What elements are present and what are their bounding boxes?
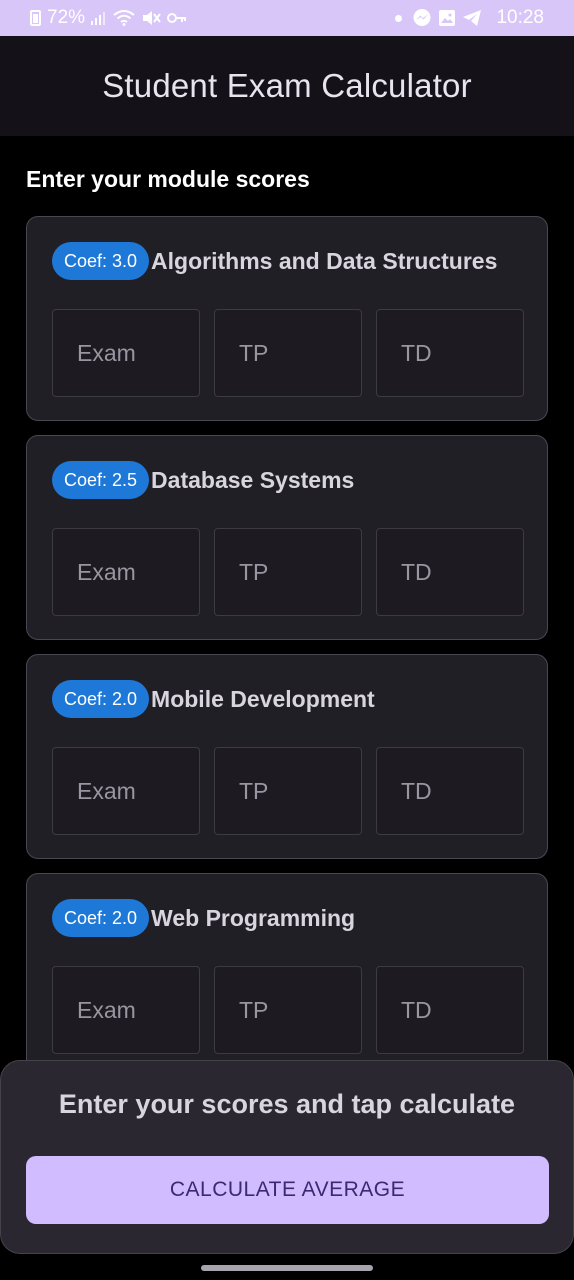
tp-field[interactable]	[214, 966, 362, 1054]
module-header: Coef: 3.0 Algorithms and Data Structures	[52, 242, 497, 280]
tp-input[interactable]	[215, 529, 361, 615]
module-name: Database Systems	[151, 466, 355, 493]
status-bar: 72% 10:28	[0, 0, 574, 36]
module-card-database: Coef: 2.5 Database Systems	[26, 435, 548, 640]
module-header: Coef: 2.0 Web Programming	[52, 899, 355, 937]
result-panel: Enter your scores and tap calculate CALC…	[0, 1060, 574, 1254]
td-field[interactable]	[376, 309, 524, 397]
exam-field[interactable]	[52, 966, 200, 1054]
module-name: Web Programming	[151, 904, 356, 931]
td-field[interactable]	[376, 528, 524, 616]
exam-input[interactable]	[53, 529, 199, 615]
score-fields	[52, 966, 524, 1054]
gesture-nav-handle[interactable]	[201, 1265, 373, 1271]
calculate-average-button[interactable]: CALCULATE AVERAGE	[26, 1156, 549, 1224]
battery-icon	[30, 10, 41, 26]
tp-field[interactable]	[214, 747, 362, 835]
module-card-web: Coef: 2.0 Web Programming	[26, 873, 548, 1078]
score-fields	[52, 528, 524, 616]
tp-input[interactable]	[215, 967, 361, 1053]
notification-dot-icon	[395, 14, 406, 22]
score-fields	[52, 747, 524, 835]
section-heading: Enter your module scores	[26, 166, 310, 192]
exam-field[interactable]	[52, 747, 200, 835]
module-header: Coef: 2.5 Database Systems	[52, 461, 354, 499]
exam-field[interactable]	[52, 528, 200, 616]
app-bar: Student Exam Calculator	[0, 36, 574, 136]
tp-field[interactable]	[214, 309, 362, 397]
result-text: Enter your scores and tap calculate	[58, 1089, 516, 1119]
screen: 72% 10:28 Student Exam Calculator Enter …	[0, 0, 574, 1280]
signal-icon	[91, 11, 107, 25]
exam-field[interactable]	[52, 309, 200, 397]
td-input[interactable]	[377, 310, 523, 396]
exam-input[interactable]	[53, 310, 199, 396]
coef-badge: Coef: 2.5	[52, 461, 150, 499]
td-input[interactable]	[377, 529, 523, 615]
td-input[interactable]	[377, 967, 523, 1053]
tp-input[interactable]	[215, 310, 361, 396]
score-fields	[52, 309, 524, 397]
td-field[interactable]	[376, 966, 524, 1054]
messenger-icon	[412, 8, 432, 28]
gallery-icon	[438, 9, 456, 27]
tp-field[interactable]	[214, 528, 362, 616]
coef-badge: Coef: 2.0	[52, 899, 150, 937]
app-title: Student Exam Calculator	[102, 67, 472, 104]
clock: 10:28	[496, 7, 544, 28]
exam-input[interactable]	[53, 967, 199, 1053]
telegram-icon	[462, 9, 482, 27]
key-icon	[167, 11, 187, 25]
coef-badge: Coef: 3.0	[52, 242, 150, 280]
module-header: Coef: 2.0 Mobile Development	[52, 680, 375, 718]
module-card-mobile: Coef: 2.0 Mobile Development	[26, 654, 548, 859]
td-input[interactable]	[377, 748, 523, 834]
module-name: Mobile Development	[151, 685, 375, 712]
td-field[interactable]	[376, 747, 524, 835]
battery-percent: 72%	[47, 7, 86, 28]
mute-icon	[141, 10, 161, 26]
module-name: Algorithms and Data Structures	[151, 247, 498, 274]
status-left: 72%	[30, 7, 187, 29]
status-right: 10:28	[395, 7, 544, 29]
tp-input[interactable]	[215, 748, 361, 834]
wifi-icon	[113, 10, 135, 26]
exam-input[interactable]	[53, 748, 199, 834]
coef-badge: Coef: 2.0	[52, 680, 150, 718]
module-card-algorithms: Coef: 3.0 Algorithms and Data Structures	[26, 216, 548, 421]
